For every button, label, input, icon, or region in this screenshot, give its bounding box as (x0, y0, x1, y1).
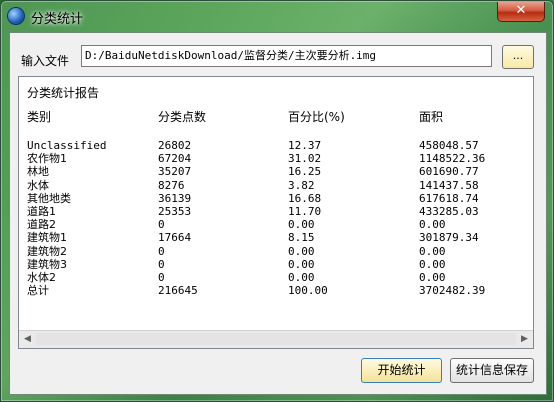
cell-category: 道路2 (27, 218, 56, 232)
cell-area: 0.00 (419, 218, 446, 232)
cell-count: 0 (158, 257, 165, 271)
scroll-track[interactable] (36, 333, 516, 345)
cell-area: 0.00 (419, 244, 446, 258)
browse-button[interactable]: ... (502, 45, 534, 69)
cell-category: 建筑物1 (27, 231, 67, 245)
cell-category: 水体2 (27, 270, 56, 284)
column-header-area: 面积 (419, 110, 444, 124)
cell-category: 农作物1 (27, 152, 67, 166)
cell-count: 35207 (158, 165, 192, 179)
cell-category: 总计 (27, 284, 49, 298)
cell-percent: 11.70 (288, 204, 322, 218)
cell-area: 3702482.39 (419, 284, 486, 298)
cell-area: 0.00 (419, 270, 446, 284)
title-bar[interactable]: 分类统计 ✕ (1, 1, 553, 31)
cell-category: 林地 (27, 165, 49, 179)
cell-category: 水体 (27, 178, 49, 192)
horizontal-scrollbar[interactable]: ◀ ▶ (19, 330, 533, 348)
close-button[interactable]: ✕ (497, 2, 545, 22)
cell-area: 617618.74 (419, 191, 479, 205)
cell-count: 25353 (158, 204, 192, 218)
cell-percent: 16.25 (288, 165, 322, 179)
scroll-left-arrow-icon[interactable]: ◀ (19, 331, 36, 348)
cell-percent: 8.15 (288, 231, 315, 245)
cell-percent: 0.00 (288, 257, 315, 271)
cell-percent: 100.00 (288, 284, 328, 298)
save-statistics-button[interactable]: 统计信息保存 (450, 358, 534, 383)
cell-area: 301879.34 (419, 231, 479, 245)
cell-count: 216645 (158, 284, 198, 298)
cell-area: 433285.03 (419, 204, 479, 218)
cell-percent: 0.00 (288, 270, 315, 284)
cell-percent: 0.00 (288, 218, 315, 232)
cell-count: 17664 (158, 231, 192, 245)
column-header-count: 分类点数 (158, 110, 207, 124)
cell-percent: 0.00 (288, 244, 315, 258)
cell-count: 26802 (158, 139, 192, 152)
column-header-category: 类别 (27, 110, 52, 124)
cell-count: 0 (158, 270, 165, 284)
dialog-client-area: 输入文件 D:/BaiduNetdiskDownload/监督分类/主次要分析.… (9, 32, 547, 395)
cell-category: 其他地类 (27, 191, 71, 205)
input-file-label: 输入文件 (21, 54, 70, 68)
input-file-path-field[interactable]: D:/BaiduNetdiskDownload/监督分类/主次要分析.img (81, 45, 492, 67)
cell-area: 0.00 (419, 257, 446, 271)
cell-area: 458048.57 (419, 139, 479, 152)
cell-percent: 12.37 (288, 139, 322, 152)
window-title: 分类统计 (31, 12, 84, 27)
report-heading: 分类统计报告 (27, 86, 100, 100)
cell-area: 1148522.36 (419, 152, 486, 166)
cell-count: 0 (158, 244, 165, 258)
cell-percent: 31.02 (288, 152, 322, 166)
cell-category: Unclassified (27, 139, 107, 152)
cell-count: 67204 (158, 152, 192, 166)
cell-count: 36139 (158, 191, 192, 205)
cell-category: 建筑物3 (27, 257, 67, 271)
cell-count: 0 (158, 218, 165, 232)
cell-percent: 3.82 (288, 178, 315, 192)
dialog-window: 分类统计 ✕ 输入文件 D:/BaiduNetdiskDownload/监督分类… (0, 0, 554, 402)
cell-percent: 16.68 (288, 191, 322, 205)
cell-area: 601690.77 (419, 165, 479, 179)
report-text-area[interactable]: 分类统计报告 类别 分类点数 百分比(%) 面积 Unclassified 268… (18, 76, 534, 349)
scroll-right-arrow-icon[interactable]: ▶ (516, 331, 533, 348)
cell-count: 8276 (158, 178, 185, 192)
cell-category: 建筑物2 (27, 244, 67, 258)
column-header-percent: 百分比(%) (288, 110, 345, 124)
cell-area: 141437.58 (419, 178, 479, 192)
globe-icon (8, 8, 24, 24)
cell-category: 道路1 (27, 204, 56, 218)
start-statistics-button[interactable]: 开始统计 (361, 358, 442, 383)
